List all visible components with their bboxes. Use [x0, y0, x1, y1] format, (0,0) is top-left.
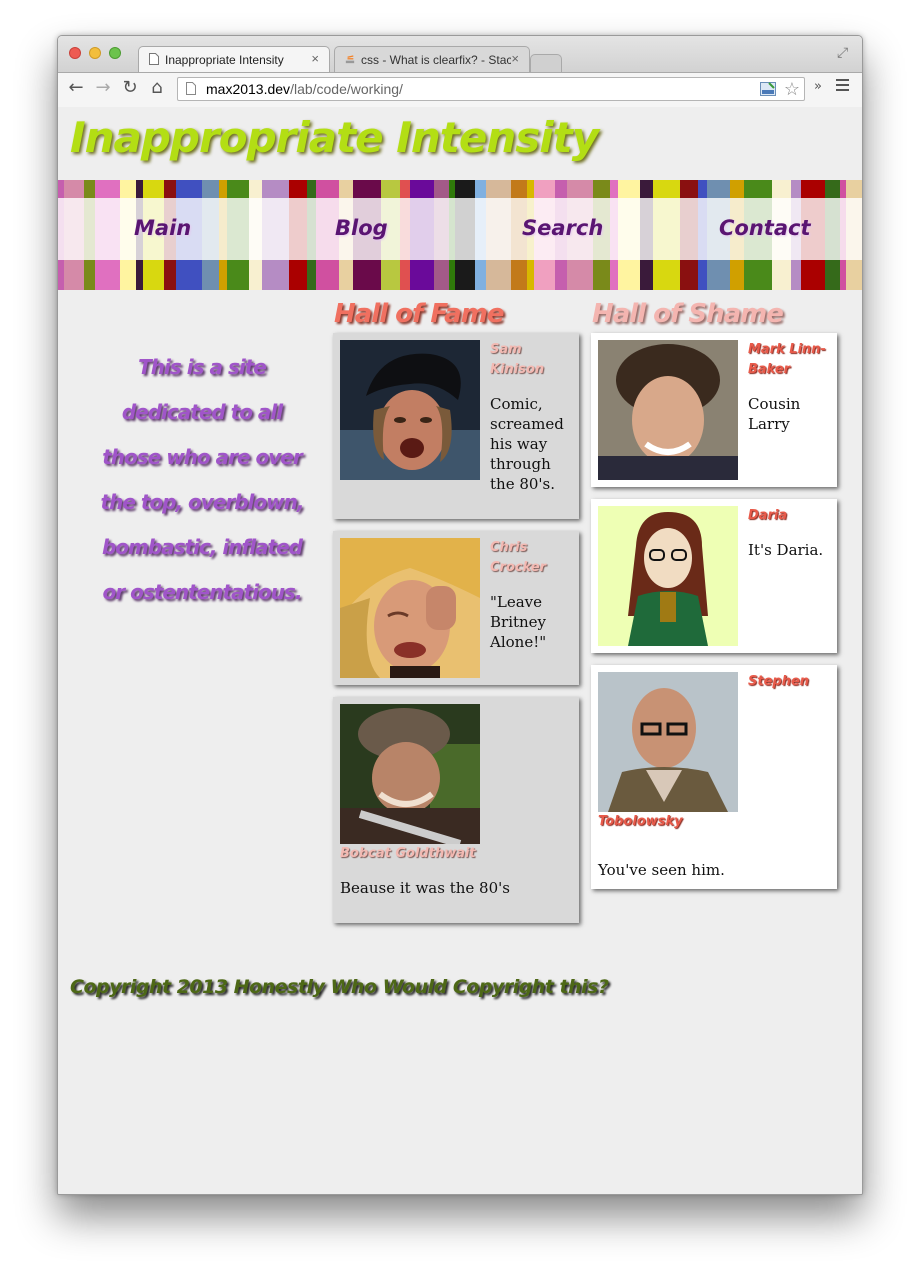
tab-strip: Inappropriate Intensity × css - What is …	[58, 36, 862, 72]
entry-name: Bobcat Goldthwait	[340, 846, 476, 861]
home-icon[interactable]: ⌂	[145, 76, 169, 100]
hall-of-shame-heading: Hall of Shame	[592, 299, 784, 329]
browser-toolbar: ← → ↻ ⌂ max2013.dev/lab/code/working/ ☆ …	[58, 72, 862, 108]
daria-photo	[598, 506, 738, 646]
entry-description: Beause it was the 80's	[340, 879, 510, 897]
nav-contact[interactable]: Contact	[719, 216, 811, 240]
url-path: /lab/code/working/	[290, 81, 403, 97]
nav-search[interactable]: Search	[522, 216, 603, 240]
bobcat-goldthwait-photo	[340, 704, 480, 844]
hall-of-fame-heading: Hall of Fame	[334, 299, 504, 329]
page-icon	[149, 53, 159, 65]
close-tab-icon[interactable]: ×	[511, 51, 519, 66]
url-text: max2013.dev/lab/code/working/	[206, 78, 403, 100]
shame-card-stephen-tobolowsky: Stephen Tobolowsky You've seen him.	[591, 665, 837, 889]
page-icon	[186, 82, 196, 95]
fame-card-sam-kinison: Sam Kinison Comic, screamed his way thro…	[333, 333, 579, 519]
tab-stackoverflow[interactable]: css - What is clearfix? - Stack Overflow…	[334, 46, 530, 72]
tab-title: css - What is clearfix? - Stack Overflow	[361, 53, 511, 67]
chris-crocker-photo	[340, 538, 480, 678]
extensions-overflow-button[interactable]: »	[814, 79, 822, 94]
footer-copyright: Copyright 2013 Honestly Who Would Copyri…	[70, 976, 609, 998]
close-window-button[interactable]	[69, 47, 81, 59]
shame-card-mark-linn-baker: Mark Linn-Baker Cousin Larry	[591, 333, 837, 487]
site-title: Inappropriate Intensity	[70, 113, 599, 162]
zoom-window-button[interactable]	[109, 47, 121, 59]
nav-blog[interactable]: Blog	[335, 216, 388, 240]
new-tab-button[interactable]	[530, 54, 562, 72]
fullscreen-icon[interactable]: ⤢	[837, 45, 848, 61]
mark-linn-baker-photo	[598, 340, 738, 480]
forward-icon[interactable]: →	[91, 76, 115, 100]
star-icon[interactable]: ☆	[784, 78, 800, 100]
browser-window: Inappropriate Intensity × css - What is …	[57, 35, 863, 1195]
reload-icon[interactable]: ↻	[118, 76, 142, 100]
entry-description: You've seen him.	[598, 861, 725, 879]
minimize-window-button[interactable]	[89, 47, 101, 59]
close-tab-icon[interactable]: ×	[311, 51, 319, 66]
back-icon[interactable]: ←	[64, 76, 88, 100]
menu-icon[interactable]	[836, 79, 850, 93]
nav-band: Main Blog Search Contact	[58, 180, 862, 290]
fame-card-chris-crocker: Chris Crocker "Leave Britney Alone!"	[333, 531, 579, 685]
page-viewport: Inappropriate Intensity Main Blog Search…	[58, 107, 862, 1194]
sam-kinison-photo	[340, 340, 480, 480]
tab-inappropriate-intensity[interactable]: Inappropriate Intensity ×	[138, 46, 330, 72]
stackoverflow-icon	[345, 55, 355, 64]
html-validator-icon[interactable]	[760, 82, 776, 96]
address-bar[interactable]: max2013.dev/lab/code/working/ ☆	[177, 77, 805, 101]
stephen-tobolowsky-photo	[598, 672, 738, 812]
tab-title: Inappropriate Intensity	[165, 53, 284, 67]
url-host: max2013.dev	[206, 81, 291, 97]
site-tagline: This is a site dedicated to all those wh…	[100, 355, 305, 604]
fame-card-bobcat-goldthwait: Bobcat Goldthwait Beause it was the 80's	[333, 697, 579, 923]
nav-main[interactable]: Main	[134, 216, 191, 240]
shame-card-daria: Daria It's Daria.	[591, 499, 837, 653]
